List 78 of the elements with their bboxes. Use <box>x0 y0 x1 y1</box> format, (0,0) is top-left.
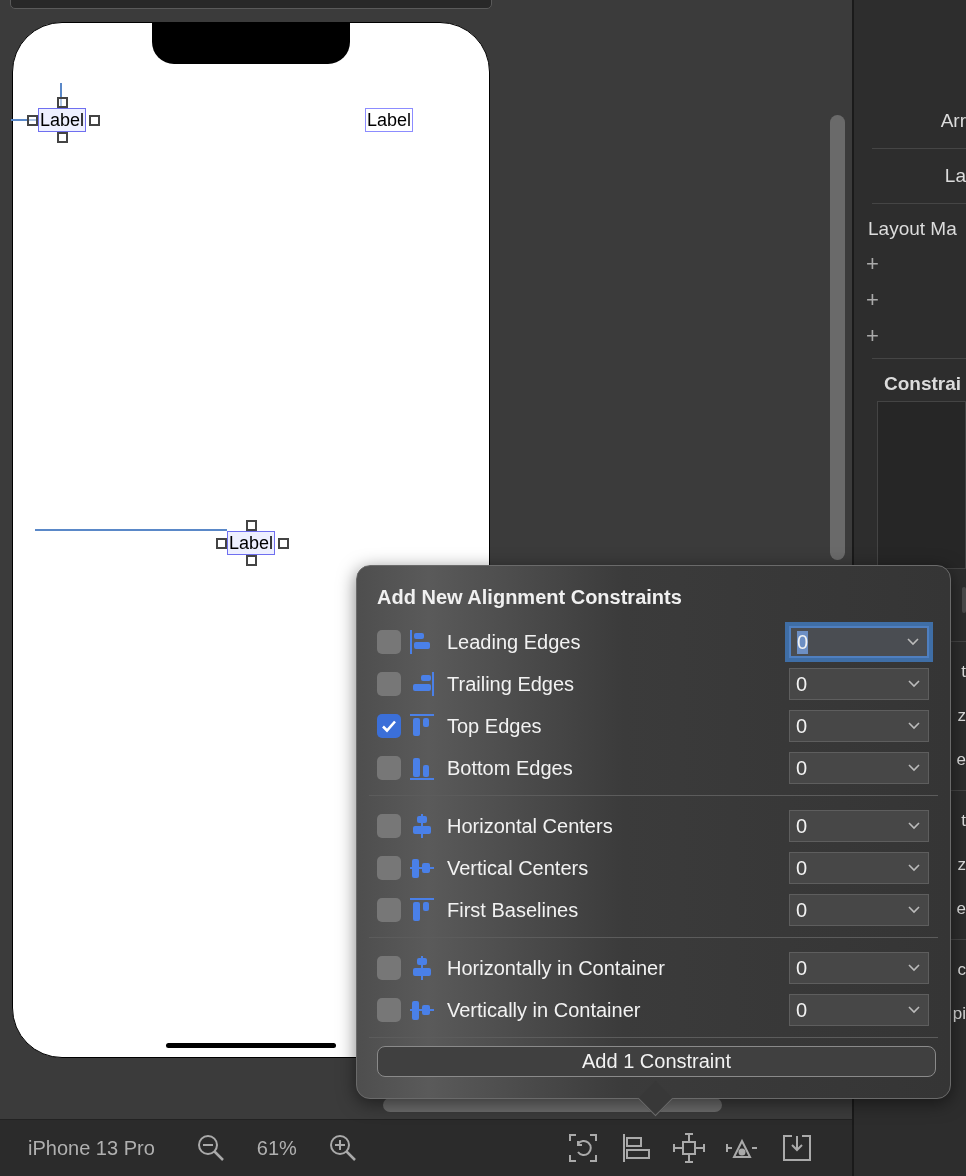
chevron-icon <box>908 722 920 730</box>
resize-handle[interactable] <box>89 115 100 126</box>
constraint-label: First Baselines <box>447 898 580 922</box>
constant-dropdown[interactable]: 0 <box>789 810 929 842</box>
constraint-label: Vertical Centers <box>447 856 590 880</box>
canvas-label[interactable]: Label <box>227 531 276 555</box>
constraint-line <box>60 83 62 107</box>
add-button[interactable]: + <box>854 282 966 318</box>
constraint-label: Horizontally in Container <box>447 956 666 980</box>
scrollbar[interactable] <box>830 115 845 560</box>
inspector-label: pi <box>952 1003 966 1025</box>
constraint-label: Leading Edges <box>447 630 582 654</box>
add-button[interactable]: + <box>854 246 966 282</box>
resize-handle[interactable] <box>216 538 227 549</box>
constraint-line <box>11 119 37 121</box>
constant-dropdown[interactable]: 0 <box>789 894 929 926</box>
resize-handle[interactable] <box>246 520 257 531</box>
checkbox[interactable] <box>377 898 401 922</box>
constant-dropdown[interactable]: 0 <box>789 952 929 984</box>
constant-dropdown[interactable]: 0 <box>789 710 929 742</box>
alignment-icon <box>409 755 435 781</box>
align-icon[interactable] <box>620 1133 651 1163</box>
checkbox[interactable] <box>377 672 401 696</box>
inspector-label: c <box>957 959 966 981</box>
pin-icon[interactable] <box>672 1133 705 1163</box>
alignment-icon <box>409 897 435 923</box>
alignment-icon <box>409 713 435 739</box>
constant-dropdown[interactable]: 0 <box>789 668 929 700</box>
checkbox[interactable] <box>377 756 401 780</box>
zoom-level: 61% <box>256 1136 297 1160</box>
refresh-icon[interactable] <box>567 1133 598 1163</box>
chevron-icon <box>908 680 920 688</box>
constraint-label: Bottom Edges <box>447 756 574 780</box>
add-constraint-button[interactable]: Add 1 Constraint <box>377 1046 936 1077</box>
canvas-label[interactable]: Label <box>38 108 87 132</box>
add-button[interactable]: + <box>854 318 966 354</box>
resize-handle[interactable] <box>57 132 68 143</box>
constraint-label: Horizontal Centers <box>447 814 614 838</box>
device-name[interactable]: iPhone 13 Pro <box>28 1136 155 1160</box>
constraint-label: Trailing Edges <box>447 672 576 696</box>
embed-icon[interactable] <box>781 1133 812 1163</box>
resize-handle[interactable] <box>57 97 68 108</box>
inspector-label: Arr <box>940 110 966 132</box>
checkbox[interactable] <box>377 998 401 1022</box>
chevron-icon <box>907 638 919 646</box>
resize-handle[interactable] <box>246 555 257 566</box>
resize-handle[interactable] <box>27 115 38 126</box>
inspector-label: z <box>957 705 966 727</box>
checkmark-icon <box>381 718 397 734</box>
constant-dropdown[interactable]: 0 <box>789 994 929 1026</box>
constraint-label: Top Edges <box>447 714 543 738</box>
inspector-label: e <box>956 749 966 771</box>
chevron-icon <box>908 822 920 830</box>
inspector-label: La <box>944 165 966 187</box>
chevron-icon <box>908 764 920 772</box>
chevron-icon <box>908 1006 920 1014</box>
checkbox[interactable] <box>377 956 401 980</box>
checkbox[interactable] <box>377 714 401 738</box>
popover-title: Add New Alignment Constraints <box>377 586 683 610</box>
chevron-icon <box>908 906 920 914</box>
chevron-icon <box>908 864 920 872</box>
canvas-label[interactable]: Label <box>365 108 414 132</box>
inspector-label: z <box>957 854 966 876</box>
chevron-icon <box>908 964 920 972</box>
constraint-label: Vertically in Container <box>447 998 642 1022</box>
zoom-in-icon[interactable] <box>327 1133 358 1163</box>
checkbox[interactable] <box>377 630 401 654</box>
constant-dropdown[interactable]: 0 <box>789 752 929 784</box>
resize-handle[interactable] <box>278 538 289 549</box>
section-title: Constrai <box>883 372 963 396</box>
inspector-label: Layout Ma <box>867 217 958 241</box>
inspector-label: t <box>961 810 966 832</box>
checkbox[interactable] <box>377 814 401 838</box>
constant-dropdown[interactable]: 0 <box>789 852 929 884</box>
inspector-label: e <box>956 898 966 920</box>
checkbox[interactable] <box>377 856 401 880</box>
inspector-label: t <box>961 661 966 683</box>
zoom-out-icon[interactable] <box>195 1133 226 1163</box>
